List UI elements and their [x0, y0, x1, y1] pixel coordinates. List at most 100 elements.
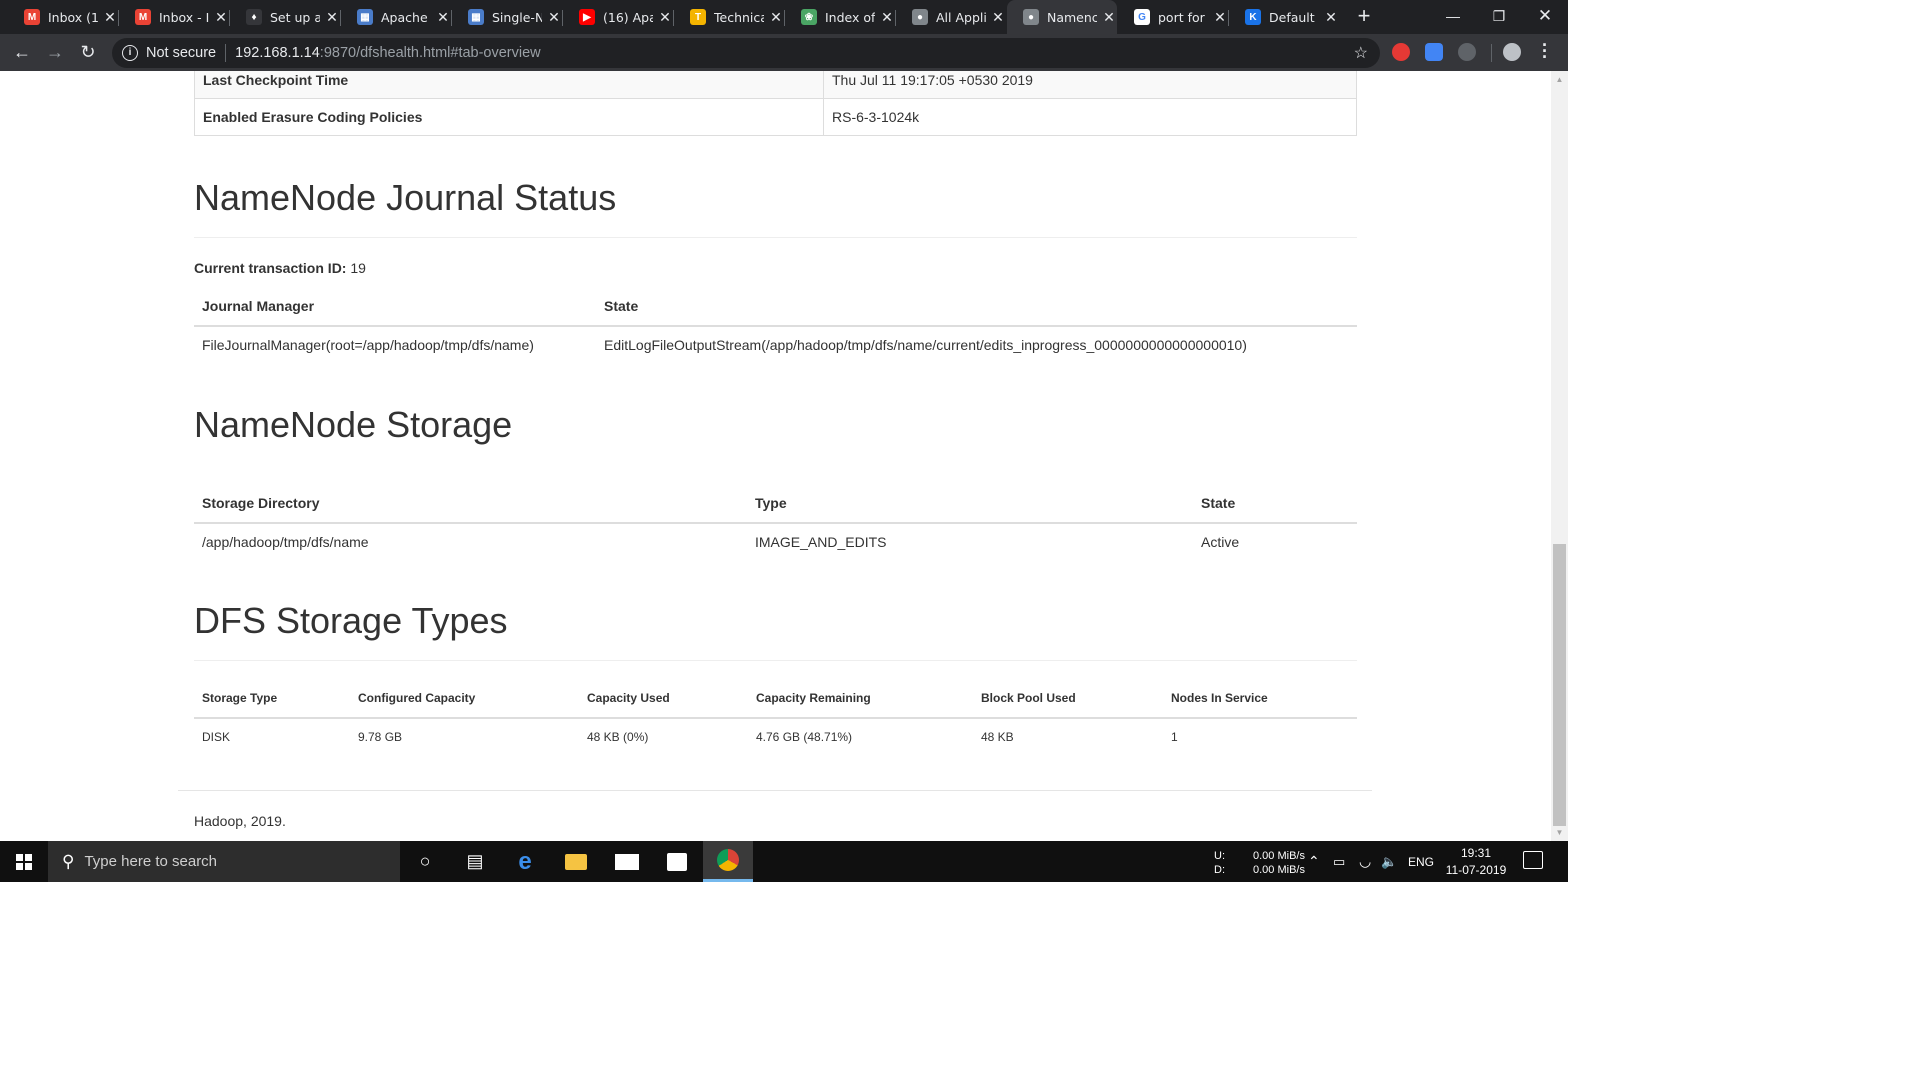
microsoft-store-icon[interactable]: [652, 841, 702, 882]
google-translate-icon[interactable]: [1425, 43, 1443, 61]
tab-close-icon[interactable]: ✕: [657, 9, 673, 26]
search-placeholder: Type here to search: [84, 853, 218, 870]
tab-close-icon[interactable]: ✕: [990, 9, 1006, 26]
table-row: DISK 9.78 GB 48 KB (0%) 4.76 GB (48.71%)…: [194, 718, 1357, 755]
new-tab-button[interactable]: +: [1352, 5, 1376, 29]
column-header: Block Pool Used: [973, 678, 1163, 719]
scroll-down-arrow-icon[interactable]: ▼: [1551, 824, 1568, 841]
bookmark-star-icon[interactable]: ☆: [1354, 43, 1368, 63]
page-viewport: Last Checkpoint Time Thu Jul 11 19:17:05…: [0, 71, 1551, 841]
clock-time: 19:31: [1460, 846, 1492, 860]
column-header: Journal Manager: [194, 286, 596, 327]
network-speeds: 0.00 MiB/s 0.00 MiB/s: [1253, 849, 1305, 877]
column-header: Configured Capacity: [350, 678, 579, 719]
file-explorer-icon[interactable]: [551, 841, 601, 882]
txid-value: 19: [350, 260, 366, 276]
tab-close-icon[interactable]: ✕: [1212, 9, 1228, 26]
toolbar-divider: [1491, 44, 1492, 62]
storage-table: Storage Directory Type State /app/hadoop…: [194, 483, 1357, 560]
browser-tab[interactable]: ♦ Set up a ✕: [230, 0, 340, 34]
speaker-muted-icon[interactable]: 🔈: [1381, 841, 1397, 882]
table-cell: 1: [1171, 730, 1178, 744]
taskbar-search-box[interactable]: ⚲ Type here to search: [48, 841, 400, 882]
browser-tab[interactable]: K Default ✕: [1229, 0, 1339, 34]
browser-tab[interactable]: ▦ Apache ✕: [341, 0, 451, 34]
close-window-button[interactable]: ✕: [1522, 0, 1568, 34]
page-scrollbar[interactable]: ▲ ▼: [1551, 71, 1568, 841]
browser-tab[interactable]: ● All Appli ✕: [896, 0, 1006, 34]
browser-tab[interactable]: T Technica ✕: [674, 0, 784, 34]
url-path[interactable]: :9870/dfshealth.html#tab-overview: [320, 45, 541, 61]
search-icon: ⚲: [62, 851, 75, 871]
security-label[interactable]: Not secure: [146, 45, 216, 61]
tab-close-icon[interactable]: ✕: [324, 9, 340, 26]
table-row: FileJournalManager(root=/app/hadoop/tmp/…: [194, 326, 1357, 363]
forward-button[interactable]: →: [42, 40, 68, 66]
edge-browser-icon[interactable]: e: [500, 841, 550, 882]
page-footer: Hadoop, 2019.: [194, 813, 286, 829]
net-up-speed: 0.00 MiB/s: [1253, 850, 1305, 862]
net-up-label: U:: [1214, 850, 1225, 862]
table-cell: Active: [1201, 534, 1240, 550]
tab-close-icon[interactable]: ✕: [768, 9, 784, 26]
youtube-icon: ▶: [579, 9, 595, 25]
action-center-icon[interactable]: [1523, 851, 1543, 869]
tab-close-icon[interactable]: ✕: [1101, 9, 1117, 26]
scroll-up-arrow-icon[interactable]: ▲: [1551, 71, 1568, 88]
tab-close-icon[interactable]: ✕: [435, 9, 451, 26]
table-header-row: Storage Directory Type State: [194, 483, 1357, 524]
dfs-storage-types-heading: DFS Storage Types: [194, 600, 508, 641]
tab-label: Apache: [381, 9, 428, 25]
minimize-button[interactable]: —: [1430, 0, 1476, 34]
namenode-storage-heading: NameNode Storage: [194, 404, 513, 445]
browser-tab[interactable]: M Inbox (1 ✕: [8, 0, 118, 34]
extension-bulb-icon[interactable]: [1458, 43, 1476, 61]
battery-icon[interactable]: ▭: [1333, 841, 1345, 882]
browser-tab[interactable]: ▶ (16) Apa ✕: [563, 0, 673, 34]
tab-label: Index of: [825, 9, 875, 25]
table-header-row: Journal Manager State: [194, 286, 1357, 327]
table-row: Last Checkpoint Time Thu Jul 11 19:17:05…: [194, 71, 1357, 99]
show-hidden-icons-chevron-icon[interactable]: ⌃: [1308, 841, 1320, 882]
table-cell: 9.78 GB: [358, 730, 403, 744]
tab-close-icon[interactable]: ✕: [102, 9, 118, 26]
restore-button[interactable]: ❐: [1476, 0, 1522, 34]
task-view-icon[interactable]: ▤: [450, 841, 500, 882]
browser-tab[interactable]: ● Namenc ✕: [1007, 0, 1117, 34]
browser-tab[interactable]: M Inbox - I ✕: [119, 0, 229, 34]
overview-key: Last Checkpoint Time: [194, 71, 824, 99]
back-button[interactable]: ←: [9, 40, 35, 66]
wifi-icon[interactable]: ◡: [1359, 841, 1371, 882]
chrome-taskbar-icon[interactable]: [703, 841, 753, 882]
tab-close-icon[interactable]: ✕: [546, 9, 562, 26]
cortana-icon[interactable]: ○: [400, 841, 450, 882]
txid-label: Current transaction ID:: [194, 260, 347, 276]
mail-icon[interactable]: [602, 841, 652, 882]
browser-tab[interactable]: ▦ Single-N ✕: [452, 0, 562, 34]
profile-avatar-icon[interactable]: [1503, 43, 1521, 61]
current-transaction-id: Current transaction ID: 19: [194, 260, 366, 276]
browser-tab[interactable]: ❀ Index of ✕: [785, 0, 895, 34]
drop-icon: ♦: [246, 9, 262, 25]
scrollbar-thumb[interactable]: [1553, 544, 1566, 826]
column-header: Capacity Used: [579, 678, 748, 719]
reload-button[interactable]: ↻: [75, 40, 101, 66]
address-bar[interactable]: i Not secure 192.168.1.14:9870/dfshealth…: [112, 38, 1380, 68]
table-row: Enabled Erasure Coding Policies RS-6-3-1…: [194, 98, 1357, 136]
info-icon[interactable]: i: [122, 45, 138, 61]
chrome-menu-icon[interactable]: · · ·: [1540, 36, 1550, 66]
url-host[interactable]: 192.168.1.14: [235, 45, 320, 61]
tab-close-icon[interactable]: ✕: [1323, 9, 1339, 26]
start-button[interactable]: [0, 841, 48, 882]
journal-table: Journal Manager State FileJournalManager…: [194, 286, 1357, 363]
omnibox-divider: [225, 44, 227, 62]
tab-close-icon[interactable]: ✕: [879, 9, 895, 26]
browser-toolbar: ← → ↻ i Not secure 192.168.1.14:9870/dfs…: [0, 34, 1568, 71]
taskbar-clock[interactable]: 19:31 11-07-2019: [1440, 845, 1512, 879]
language-indicator[interactable]: ENG: [1408, 841, 1434, 882]
extension-red-icon[interactable]: [1392, 43, 1410, 61]
tab-close-icon[interactable]: ✕: [213, 9, 229, 26]
clock-date: 11-07-2019: [1445, 863, 1507, 877]
browser-tab[interactable]: Gport for ✕: [1118, 0, 1228, 34]
column-header: Storage Directory: [194, 483, 747, 524]
